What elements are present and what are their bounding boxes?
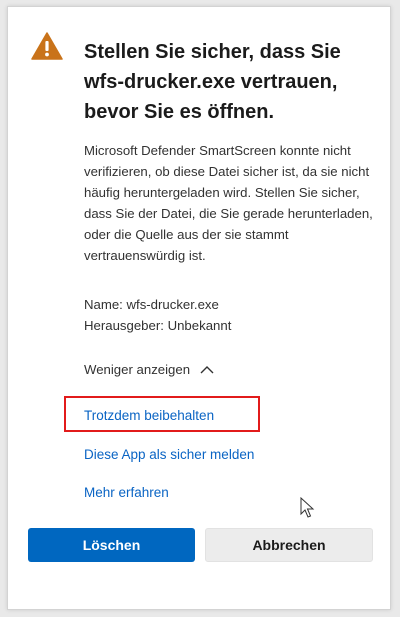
dialog-description: Microsoft Defender SmartScreen konnte ni… (84, 143, 373, 263)
mouse-pointer-icon (300, 497, 315, 518)
file-publisher: Herausgeber: Unbekannt (84, 318, 232, 333)
chevron-up-icon (200, 365, 214, 373)
show-less-toggle[interactable]: Weniger anzeigen (84, 362, 214, 377)
file-name: Name: wfs-drucker.exe (84, 297, 219, 312)
show-less-label: Weniger anzeigen (84, 362, 191, 377)
learn-more-link[interactable]: Mehr erfahren (84, 485, 169, 500)
warning-triangle-icon (31, 32, 63, 60)
keep-anyway-link[interactable]: Trotzdem beibehalten (84, 408, 214, 423)
report-safe-link[interactable]: Diese App als sicher melden (84, 447, 254, 462)
delete-button[interactable]: Löschen (28, 528, 195, 562)
dialog-title: Stellen Sie sicher, dass Sie wfs-drucker… (84, 41, 341, 123)
cancel-button[interactable]: Abbrechen (205, 528, 373, 562)
file-metadata: Name: wfs-drucker.exe Herausgeber: Unbek… (84, 294, 384, 336)
smartscreen-dialog: Stellen Sie sicher, dass Sie wfs-drucker… (7, 6, 391, 610)
